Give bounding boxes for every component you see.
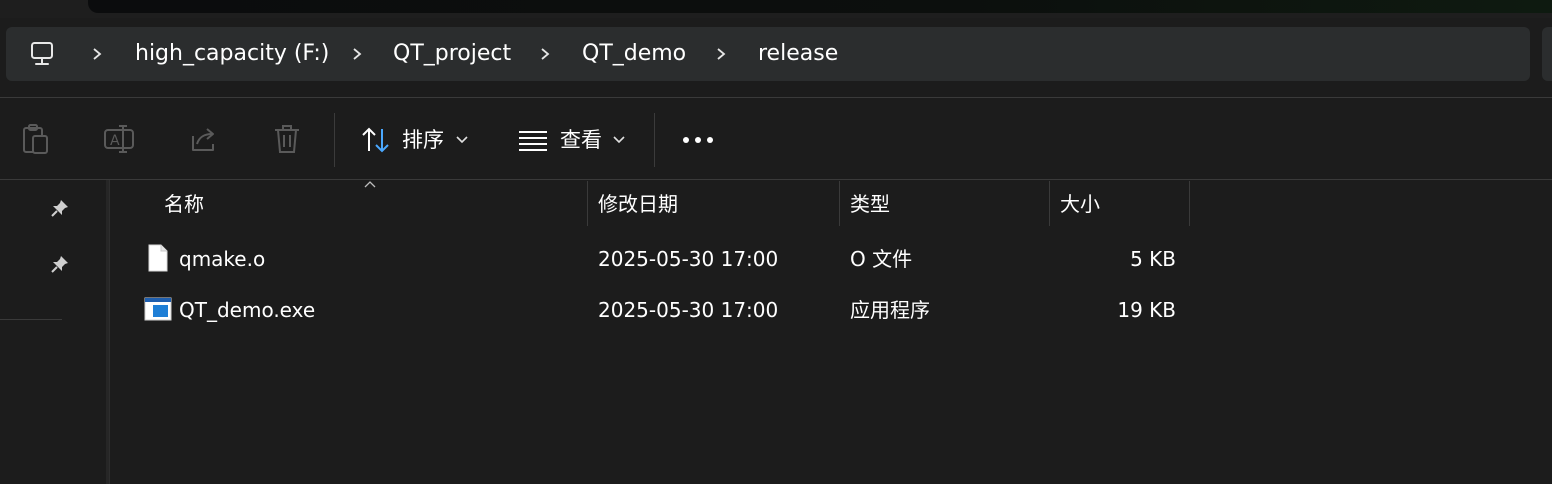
file-size: 5 KB bbox=[1130, 247, 1176, 271]
view-label: 查看 bbox=[560, 128, 602, 152]
sort-icon bbox=[362, 127, 389, 153]
pin-icon[interactable] bbox=[50, 254, 70, 274]
toolbar-separator bbox=[654, 113, 655, 167]
toolbar-content-divider bbox=[0, 179, 1552, 180]
more-options-button[interactable] bbox=[676, 118, 720, 162]
column-header-size[interactable]: 大小 bbox=[1060, 183, 1100, 225]
sort-ascending-indicator bbox=[364, 181, 376, 188]
sort-button[interactable]: 排序 bbox=[356, 118, 476, 162]
file-size: 19 KB bbox=[1117, 298, 1176, 322]
file-type: 应用程序 bbox=[850, 298, 930, 322]
file-type: O 文件 bbox=[850, 247, 913, 271]
address-toolbar-divider bbox=[0, 97, 1552, 98]
chevron-right-icon bbox=[353, 48, 362, 60]
chevron-right-icon bbox=[541, 48, 550, 60]
file-row[interactable]: QT_demo.exe 2025-05-30 17:00 应用程序 19 KB bbox=[130, 293, 1190, 327]
chevron-right-icon bbox=[717, 48, 726, 60]
pin-icon[interactable] bbox=[50, 198, 70, 218]
file-name[interactable]: QT_demo.exe bbox=[179, 295, 315, 325]
column-separator[interactable] bbox=[1049, 181, 1050, 226]
search-box[interactable] bbox=[1542, 27, 1552, 81]
exe-file-icon bbox=[144, 297, 172, 321]
view-button[interactable]: 查看 bbox=[514, 118, 634, 162]
top-window-strip bbox=[0, 0, 1552, 18]
column-header-date[interactable]: 修改日期 bbox=[598, 183, 678, 225]
column-separator[interactable] bbox=[587, 181, 588, 226]
nav-pane-edge bbox=[109, 180, 110, 484]
share-icon[interactable] bbox=[187, 122, 219, 156]
column-header-name[interactable]: 名称 bbox=[164, 183, 204, 225]
chevron-down-icon bbox=[613, 136, 625, 144]
file-name[interactable]: qmake.o bbox=[179, 244, 265, 274]
background-window bbox=[88, 0, 1552, 13]
breadcrumb-item-drive[interactable]: high_capacity (F:) bbox=[135, 27, 329, 81]
generic-file-icon bbox=[148, 244, 168, 272]
svg-text:A: A bbox=[110, 133, 120, 149]
column-separator[interactable] bbox=[1189, 181, 1190, 226]
this-pc-icon[interactable] bbox=[28, 40, 56, 68]
breadcrumb-item-qt-project[interactable]: QT_project bbox=[393, 27, 511, 81]
more-icon bbox=[683, 137, 713, 143]
column-header-type[interactable]: 类型 bbox=[850, 183, 890, 225]
view-list-icon bbox=[519, 131, 547, 151]
file-date: 2025-05-30 17:00 bbox=[598, 247, 779, 271]
breadcrumb-item-qt-demo[interactable]: QT_demo bbox=[582, 27, 686, 81]
rename-icon[interactable]: A bbox=[103, 122, 135, 156]
nav-divider bbox=[0, 319, 62, 320]
chevron-down-icon bbox=[456, 136, 468, 144]
delete-icon[interactable] bbox=[271, 122, 303, 156]
file-row[interactable]: qmake.o 2025-05-30 17:00 O 文件 5 KB bbox=[130, 242, 1190, 276]
address-bar[interactable]: high_capacity (F:) QT_project QT_demo re… bbox=[6, 27, 1530, 81]
paste-icon[interactable] bbox=[20, 122, 52, 156]
breadcrumb-item-release[interactable]: release bbox=[758, 27, 838, 81]
chevron-right-icon bbox=[93, 48, 102, 60]
column-separator[interactable] bbox=[839, 181, 840, 226]
sort-label: 排序 bbox=[402, 128, 444, 152]
toolbar-separator bbox=[334, 113, 335, 167]
file-date: 2025-05-30 17:00 bbox=[598, 298, 779, 322]
